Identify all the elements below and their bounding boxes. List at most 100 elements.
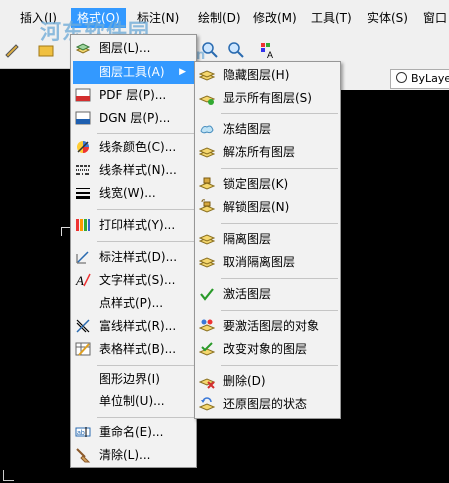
menu-draw[interactable]: 绘制(D) xyxy=(192,8,247,28)
menu-item-label: 线条样式(N)... xyxy=(99,163,177,177)
menu-item-label: 富线样式(R)... xyxy=(99,319,177,333)
menu-item-label: 标注样式(D)... xyxy=(99,250,178,264)
menu-item-label: 还原图层的状态 xyxy=(223,397,308,411)
menu-item-change-object-layer[interactable]: 改变对象的图层 xyxy=(197,338,338,361)
unisolate-layer-icon xyxy=(199,257,215,268)
linetype-icon xyxy=(76,165,90,175)
activate-layer-icon xyxy=(200,288,214,301)
menu-modify[interactable]: 修改(M) xyxy=(247,8,303,28)
menu-item-restore-layer-state[interactable]: 还原图层的状态 xyxy=(197,393,338,416)
menu-item-drawing-limits[interactable]: 图形边界(I) xyxy=(73,368,194,391)
svg-text:A: A xyxy=(267,50,273,60)
menu-item-label: 隔离图层 xyxy=(223,232,272,246)
ucs-icon xyxy=(3,470,14,481)
menu-item-line-color[interactable]: 线条颜色(C)... xyxy=(73,136,194,159)
menu-item-hide-layer[interactable]: 隐藏图层(H) xyxy=(197,64,338,87)
menu-item-line-weight[interactable]: 线宽(W)... xyxy=(73,182,194,205)
menu-item-label: 图层(L)... xyxy=(99,41,151,55)
menu-item-point-style[interactable]: 点样式(P)... xyxy=(73,292,194,315)
pencil-icon[interactable] xyxy=(2,40,22,60)
zoom-out-icon[interactable] xyxy=(226,40,246,60)
menu-item-make-object-layer-current[interactable]: 要激活图层的对象 xyxy=(197,315,338,338)
menu-item-thaw-all-layers[interactable]: 解冻所有图层 xyxy=(197,141,338,164)
menu-item-label: 解冻所有图层 xyxy=(223,145,296,159)
dimstyle-icon xyxy=(76,251,89,264)
color-wheel-icon xyxy=(77,141,89,153)
menu-item-lock-layer[interactable]: 锁定图层(K) xyxy=(197,173,338,196)
menu-entity[interactable]: 实体(S) xyxy=(361,8,414,28)
submenu-arrow-icon: ▶ xyxy=(179,67,186,77)
svg-text:A: A xyxy=(75,273,84,288)
mline-icon xyxy=(76,319,90,333)
menu-item-label: 线条颜色(C)... xyxy=(99,140,177,154)
isolate-layer-icon xyxy=(199,234,215,245)
menu-item-label: 激活图层 xyxy=(223,287,272,301)
menu-item-show-all-layers[interactable]: 显示所有图层(S) xyxy=(197,87,338,110)
menu-item-label: 取消隔离图层 xyxy=(223,255,296,269)
format-menu: 图层(L)... 图层工具(A) ▶ PDF 层(P)... DGN 层(P).… xyxy=(70,34,197,468)
freeze-layer-icon xyxy=(200,125,214,134)
menu-separator xyxy=(97,365,194,366)
menu-item-unlock-layer[interactable]: 解锁图层(N) xyxy=(197,196,338,219)
menu-item-label: 点样式(P)... xyxy=(99,296,164,310)
crosshair-cursor-icon xyxy=(61,227,70,236)
menu-separator xyxy=(221,168,338,169)
menu-item-label: 改变对象的图层 xyxy=(223,342,308,356)
menu-item-table-style[interactable]: 表格样式(B)... xyxy=(73,338,194,361)
menu-item-line-style[interactable]: 线条样式(N)... xyxy=(73,159,194,182)
menu-separator xyxy=(221,310,338,311)
menu-item-label: 解锁图层(N) xyxy=(223,200,290,214)
menu-separator xyxy=(97,417,194,418)
menu-item-label: PDF 层(P)... xyxy=(99,88,167,102)
textstyle-icon: A xyxy=(75,273,91,288)
menu-item-unisolate-layer[interactable]: 取消隔离图层 xyxy=(197,251,338,274)
menu-item-isolate-layer[interactable]: 隔离图层 xyxy=(197,228,338,251)
menu-insert[interactable]: 插入(I) xyxy=(14,8,63,28)
menu-dimension[interactable]: 标注(N) xyxy=(131,8,185,28)
pdf-icon xyxy=(75,88,91,102)
plotstyle-icon xyxy=(76,219,90,231)
menu-item-label: 删除(D) xyxy=(223,374,266,388)
layer-tools-submenu: 隐藏图层(H) 显示所有图层(S) 冻结图层 解冻所有图层 锁定图层(K) 解锁… xyxy=(194,61,341,419)
menu-separator xyxy=(221,223,338,224)
menu-item-units[interactable]: 单位制(U)... xyxy=(73,390,194,413)
menu-item-purge[interactable]: 清除(L)... xyxy=(73,444,194,467)
menu-bar: 插入(I) 格式(O) 标注(N) 绘制(D) 修改(M) 工具(T) 实体(S… xyxy=(0,0,449,35)
rename-icon: ab xyxy=(75,427,91,437)
dgn-icon xyxy=(75,111,91,125)
menu-tools[interactable]: 工具(T) xyxy=(305,8,358,28)
menu-format[interactable]: 格式(O) xyxy=(71,8,126,28)
layer-combo-value: ByLayer xyxy=(411,72,449,85)
lock-layer-icon xyxy=(199,177,215,190)
restore-layer-icon xyxy=(199,397,215,411)
folder-icon[interactable] xyxy=(36,40,56,60)
make-current-icon xyxy=(199,319,215,332)
menu-item-layer-tools[interactable]: 图层工具(A) ▶ xyxy=(73,61,194,84)
menu-item-label: 冻结图层 xyxy=(223,122,272,136)
hide-layer-icon xyxy=(199,70,215,81)
layer-combo[interactable]: ByLayer xyxy=(390,69,449,89)
menu-item-plot-style[interactable]: 打印样式(Y)... xyxy=(73,214,194,237)
menu-item-layer[interactable]: 图层(L)... xyxy=(73,37,194,60)
menu-item-delete-layer[interactable]: 删除(D) xyxy=(197,370,338,393)
menu-item-freeze-layer[interactable]: 冻结图层 xyxy=(197,118,338,141)
zoom-in-icon[interactable] xyxy=(200,40,220,60)
properties-icon[interactable]: A xyxy=(258,40,278,60)
menu-window[interactable]: 窗口 xyxy=(417,8,449,28)
menu-item-text-style[interactable]: A 文字样式(S)... xyxy=(73,269,194,292)
menu-item-pdf-layer[interactable]: PDF 层(P)... xyxy=(73,84,194,107)
menu-item-dgn-layer[interactable]: DGN 层(P)... xyxy=(73,107,194,130)
menu-item-rename[interactable]: ab 重命名(E)... xyxy=(73,421,194,444)
menu-item-label: 文字样式(S)... xyxy=(99,273,176,287)
menu-separator xyxy=(97,209,194,210)
menu-item-dim-style[interactable]: 标注样式(D)... xyxy=(73,246,194,269)
menu-item-mline-style[interactable]: 富线样式(R)... xyxy=(73,315,194,338)
menu-item-label: 要激活图层的对象 xyxy=(223,319,320,333)
menu-item-activate-layer[interactable]: 激活图层 xyxy=(197,283,338,306)
svg-text:ab: ab xyxy=(77,430,85,437)
layers-icon xyxy=(75,43,91,54)
menu-item-label: 显示所有图层(S) xyxy=(223,91,312,105)
menu-item-label: 隐藏图层(H) xyxy=(223,68,290,82)
show-layers-icon xyxy=(199,95,215,105)
thaw-layers-icon xyxy=(199,147,215,158)
